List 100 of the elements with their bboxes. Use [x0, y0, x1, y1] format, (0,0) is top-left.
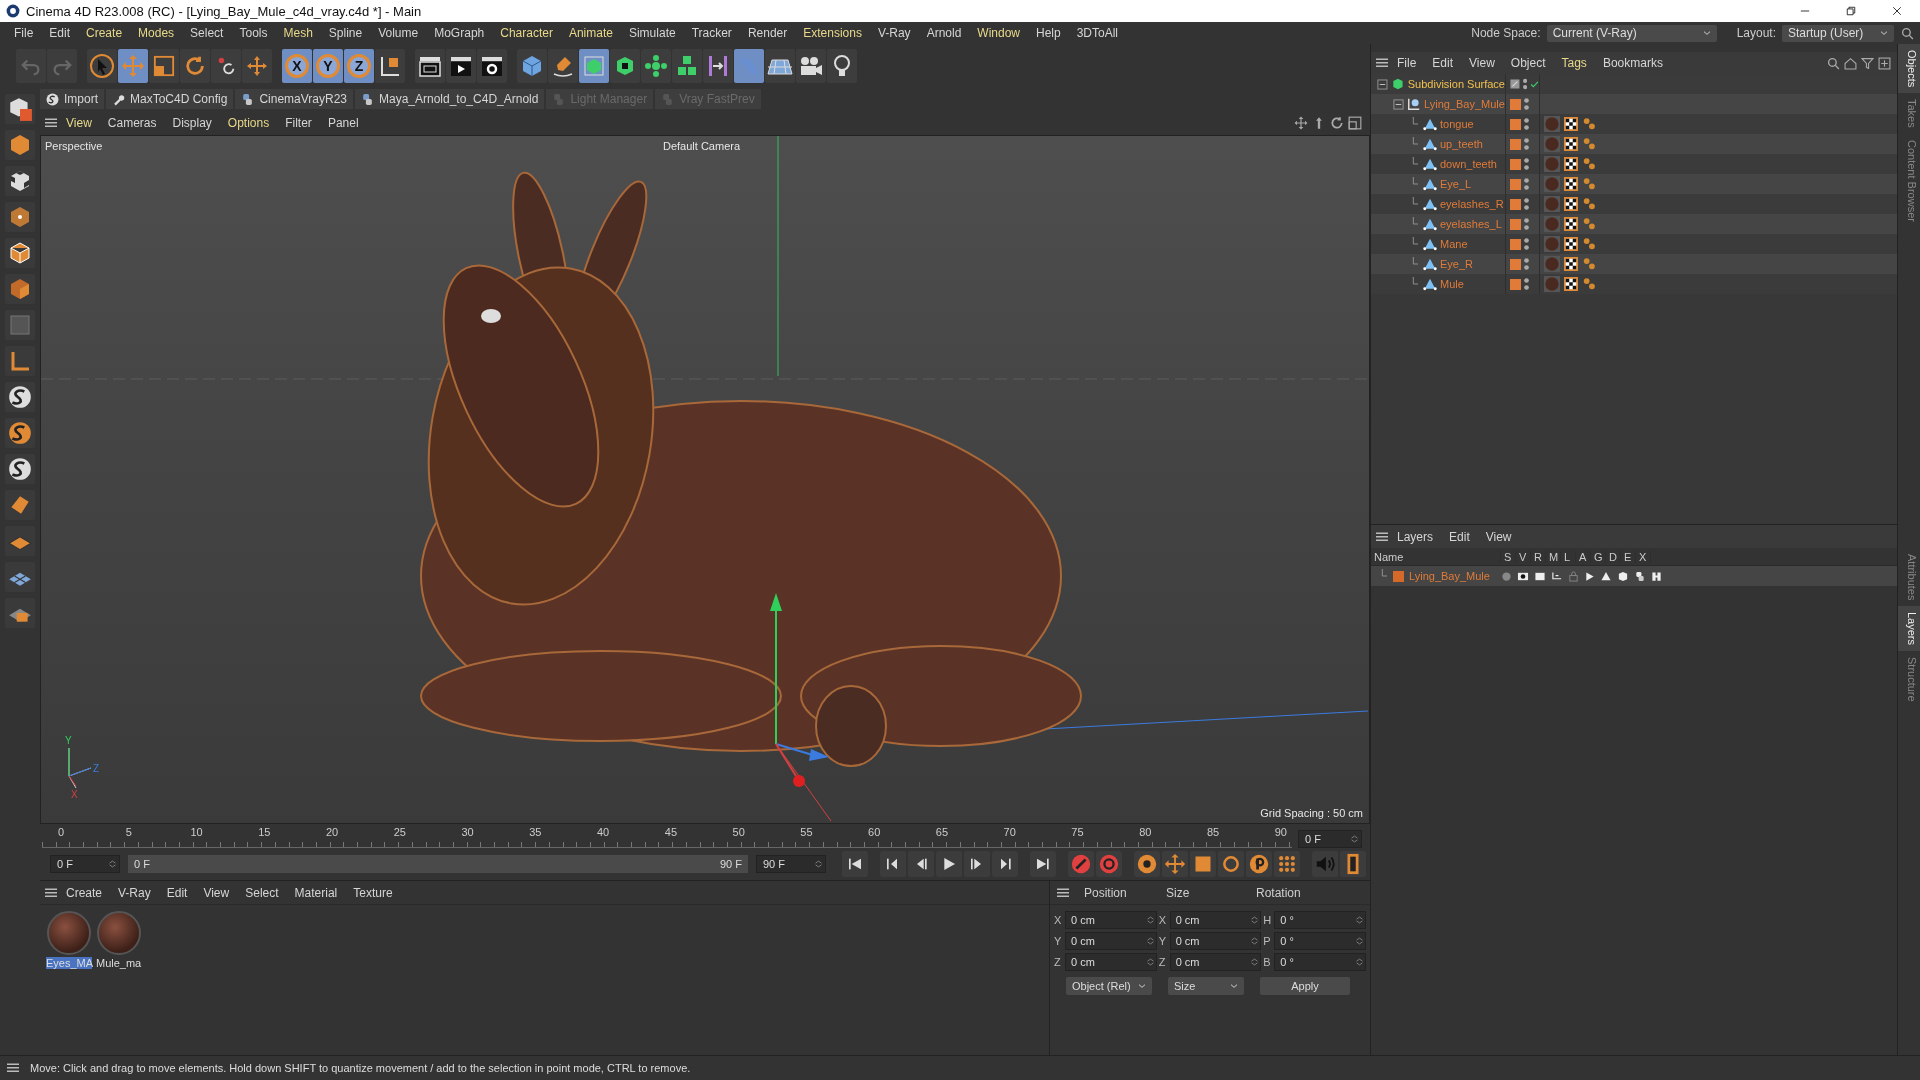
- object-name[interactable]: Mule: [1440, 278, 1464, 290]
- toolbar-button[interactable]: [796, 49, 826, 83]
- menu-item[interactable]: Modes: [130, 26, 183, 40]
- material-menu-item[interactable]: Edit: [158, 885, 196, 900]
- material-menu-item[interactable]: Material: [286, 885, 346, 900]
- plugin-button[interactable]: Maya_Arnold_to_C4D_Arnold: [355, 89, 545, 109]
- menu-item[interactable]: Select: [182, 26, 232, 40]
- object-menu-item[interactable]: File: [1389, 56, 1425, 70]
- menu-item[interactable]: Tracker: [683, 26, 740, 40]
- coordinate-field[interactable]: 0 cm: [1064, 953, 1157, 971]
- menu-item[interactable]: Mesh: [275, 26, 321, 40]
- coordinate-field[interactable]: 0 °: [1274, 953, 1366, 971]
- coordinate-field[interactable]: 0 °: [1274, 932, 1366, 950]
- playback-button[interactable]: [964, 851, 990, 877]
- viewport-menu-item[interactable]: Cameras: [99, 115, 165, 130]
- menu-item[interactable]: Simulate: [620, 26, 684, 40]
- menu-item[interactable]: MoGraph: [426, 26, 493, 40]
- mode-button[interactable]: [5, 418, 35, 448]
- playback-button[interactable]: [1068, 851, 1094, 877]
- object-menu-item[interactable]: Tags: [1553, 56, 1595, 70]
- material-menu-item[interactable]: View: [195, 885, 238, 900]
- layer-menu-item[interactable]: View: [1477, 529, 1520, 544]
- menu-item[interactable]: Create: [78, 26, 131, 40]
- material-swatch[interactable]: [47, 911, 91, 955]
- end-frame-field[interactable]: 90 F: [756, 855, 826, 873]
- current-frame-field[interactable]: 0 F: [1298, 830, 1362, 848]
- material-swatch[interactable]: [97, 911, 141, 955]
- menu-item[interactable]: Animate: [560, 26, 621, 40]
- playback-button[interactable]: [992, 851, 1018, 877]
- side-tab[interactable]: Takes: [1898, 93, 1920, 135]
- side-tab[interactable]: Objects: [1898, 44, 1920, 94]
- mode-button[interactable]: [5, 94, 35, 124]
- object-menu-item[interactable]: Bookmarks: [1594, 56, 1671, 70]
- viewport-menu-item[interactable]: View: [58, 115, 100, 130]
- mode-button[interactable]: [5, 454, 35, 484]
- playback-button[interactable]: [936, 851, 962, 877]
- playback-button[interactable]: [1030, 851, 1056, 877]
- material-menu-item[interactable]: Create: [58, 885, 111, 900]
- material-menu-item[interactable]: V-Ray: [110, 885, 159, 900]
- coordinate-field[interactable]: 0 cm: [1064, 932, 1157, 950]
- start-frame-field[interactable]: 0 F: [50, 855, 120, 873]
- playback-button[interactable]: [1134, 851, 1160, 877]
- menu-item[interactable]: Edit: [41, 26, 79, 40]
- menu-item[interactable]: Character: [492, 26, 561, 40]
- playback-button[interactable]: [1096, 851, 1122, 877]
- menu-item[interactable]: Tools: [231, 26, 276, 40]
- mode-button[interactable]: [5, 238, 35, 268]
- coordinate-field[interactable]: 0 cm: [1169, 932, 1262, 950]
- toolbar-button[interactable]: [375, 49, 405, 83]
- menu-item[interactable]: Spline: [320, 26, 371, 40]
- playback-button[interactable]: [880, 851, 906, 877]
- plugin-button[interactable]: Import: [40, 89, 104, 109]
- plugin-button[interactable]: MaxToC4D Config: [106, 89, 234, 109]
- menu-item[interactable]: Window: [969, 26, 1028, 40]
- collapse-box-icon[interactable]: [1377, 78, 1388, 90]
- side-tab[interactable]: Layers: [1898, 606, 1920, 652]
- menu-item[interactable]: V-Ray: [869, 26, 919, 40]
- toolbar-button[interactable]: [765, 49, 795, 83]
- object-name[interactable]: eyelashes_R: [1440, 198, 1504, 210]
- side-tab[interactable]: Content Browser: [1898, 134, 1920, 228]
- axis-lock-button[interactable]: X: [282, 49, 312, 83]
- viewport-menu-item[interactable]: Options: [219, 115, 278, 130]
- playback-button[interactable]: [1274, 851, 1300, 877]
- apply-button[interactable]: Apply: [1260, 977, 1350, 995]
- object-menu-item[interactable]: Edit: [1424, 56, 1462, 70]
- object-name[interactable]: Mane: [1440, 238, 1468, 250]
- toolbar-button[interactable]: [610, 49, 640, 83]
- coordinate-mode-dropdown[interactable]: Object (Rel): [1066, 977, 1152, 995]
- viewport-menu-item[interactable]: Filter: [277, 115, 320, 130]
- playback-button[interactable]: [908, 851, 934, 877]
- toolbar-button[interactable]: [211, 49, 241, 83]
- menu-item[interactable]: Extensions: [795, 26, 870, 40]
- side-tab[interactable]: Attributes: [1898, 548, 1920, 607]
- viewport-menu-item[interactable]: Panel: [319, 115, 367, 130]
- menu-item[interactable]: Help: [1028, 26, 1069, 40]
- menu-item[interactable]: File: [6, 26, 42, 40]
- menu-item[interactable]: 3DToAll: [1068, 26, 1127, 40]
- axis-lock-button[interactable]: Y: [313, 49, 343, 83]
- menu-item[interactable]: Arnold: [918, 26, 970, 40]
- playback-button[interactable]: [1162, 851, 1188, 877]
- mode-button[interactable]: [5, 382, 35, 412]
- playback-button[interactable]: [1190, 851, 1216, 877]
- object-name[interactable]: down_teeth: [1440, 158, 1497, 170]
- object-name[interactable]: tongue: [1440, 118, 1474, 130]
- side-tab[interactable]: Structure: [1898, 651, 1920, 709]
- coordinate-field[interactable]: 0 °: [1274, 911, 1366, 929]
- material-menu-item[interactable]: Texture: [345, 885, 401, 900]
- toolbar-button[interactable]: [87, 49, 117, 83]
- node-space-dropdown[interactable]: Current (V-Ray): [1546, 24, 1717, 42]
- playback-button[interactable]: [1218, 851, 1244, 877]
- coordinate-field[interactable]: 0 cm: [1169, 911, 1262, 929]
- plugin-button[interactable]: CinemaVrayR23: [235, 89, 353, 109]
- menu-item[interactable]: Volume: [370, 26, 427, 40]
- timeline-ruler[interactable]: 0 5 10 15 20 25 30 35 40 45 50 55 60 65 70 75 80 85 90: [42, 826, 1292, 848]
- toolbar-button[interactable]: [703, 49, 733, 83]
- layout-dropdown[interactable]: Startup (User): [1782, 24, 1894, 42]
- mode-button[interactable]: [5, 166, 35, 196]
- size-mode-dropdown[interactable]: Size: [1168, 977, 1244, 995]
- object-menu-item[interactable]: View: [1461, 56, 1503, 70]
- playback-button[interactable]: [1246, 851, 1272, 877]
